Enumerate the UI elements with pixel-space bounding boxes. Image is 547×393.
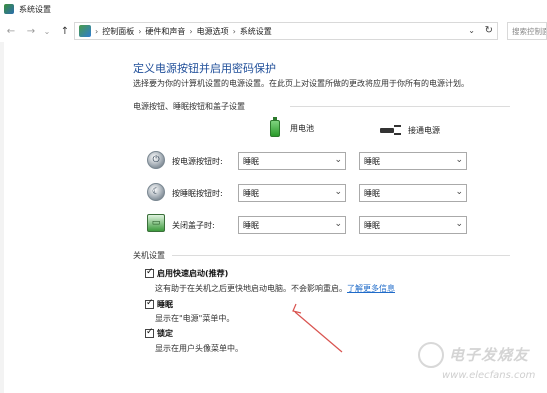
annotation-arrow-head (292, 303, 302, 314)
annotation-arrow (292, 303, 343, 353)
watermark-logo-icon (418, 342, 444, 368)
annotation-arrow-shaft (294, 311, 343, 353)
watermark-url: www.elecfans.com (442, 370, 536, 381)
watermark: 电子发烧友 www.elecfans.com (418, 340, 546, 386)
watermark-brand: 电子发烧友 (449, 346, 530, 364)
